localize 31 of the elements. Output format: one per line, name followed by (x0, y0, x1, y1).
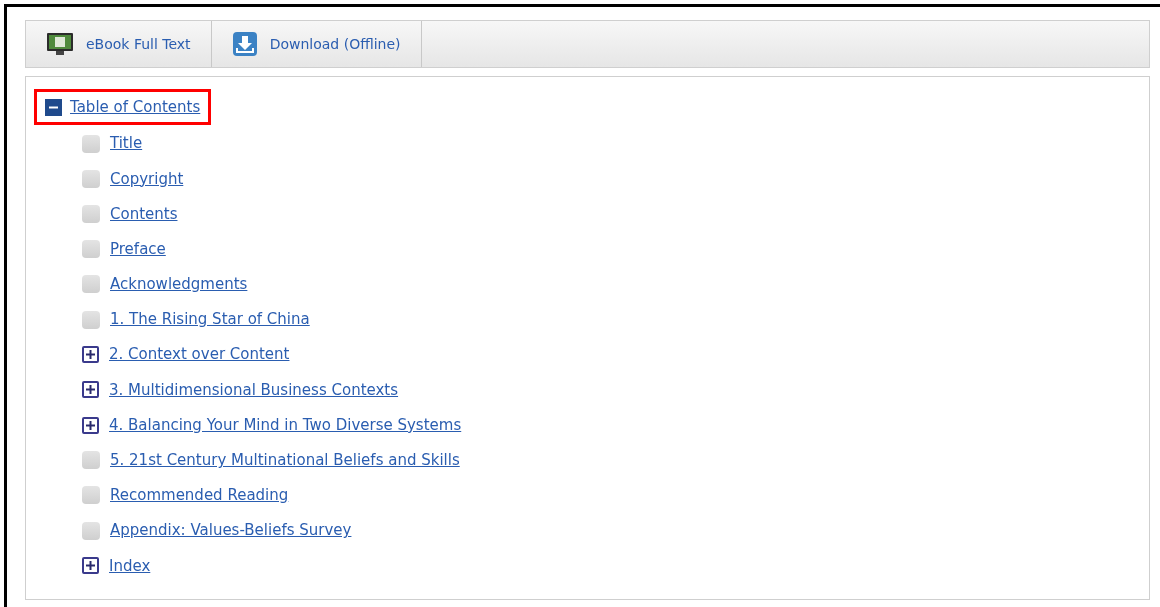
toolbar-button[interactable]: eBook Full Text (26, 21, 212, 67)
chapter-link[interactable]: Appendix: Values-Beliefs Survey (110, 519, 352, 542)
chapter-link[interactable]: Index (109, 554, 151, 578)
chapter-link[interactable]: 3. Multidimensional Business Contexts (109, 378, 399, 402)
chapter-link[interactable]: Recommended Reading (110, 484, 289, 507)
bullet-icon (82, 240, 100, 259)
chapter-link[interactable]: Contents (110, 202, 178, 226)
expand-icon[interactable] (82, 557, 99, 575)
chapter-link[interactable]: Copyright (110, 167, 184, 191)
chapter-link[interactable]: 4. Balancing Your Mind in Two Diverse Systems (109, 413, 462, 437)
bullet-icon (82, 486, 100, 505)
chapter-link[interactable]: 5. 21st Century Multinational Beliefs and Skills (110, 449, 460, 472)
bullet-icon (82, 134, 100, 153)
bullet-icon (82, 451, 100, 470)
chapter-link[interactable]: Preface (110, 237, 166, 261)
chapter-link[interactable]: Acknowledgments (110, 273, 248, 296)
chapter-link[interactable]: Title (110, 132, 143, 155)
collapse-icon[interactable] (45, 98, 62, 116)
bullet-icon (82, 275, 100, 294)
bullet-icon (82, 310, 100, 329)
expand-icon[interactable] (82, 416, 99, 434)
expand-icon[interactable] (82, 346, 99, 364)
chapter-link[interactable]: 1. The Rising Star of China (110, 308, 310, 331)
download-icon (231, 31, 258, 57)
expand-icon[interactable] (82, 381, 99, 399)
bullet-icon (82, 169, 100, 188)
monitor-icon (46, 32, 74, 56)
bullet-icon (82, 521, 100, 540)
bullet-icon (82, 204, 100, 223)
toolbar-button[interactable]: Download (Offline) (211, 21, 422, 67)
chapter-link[interactable]: 2. Context over Content (109, 343, 290, 366)
